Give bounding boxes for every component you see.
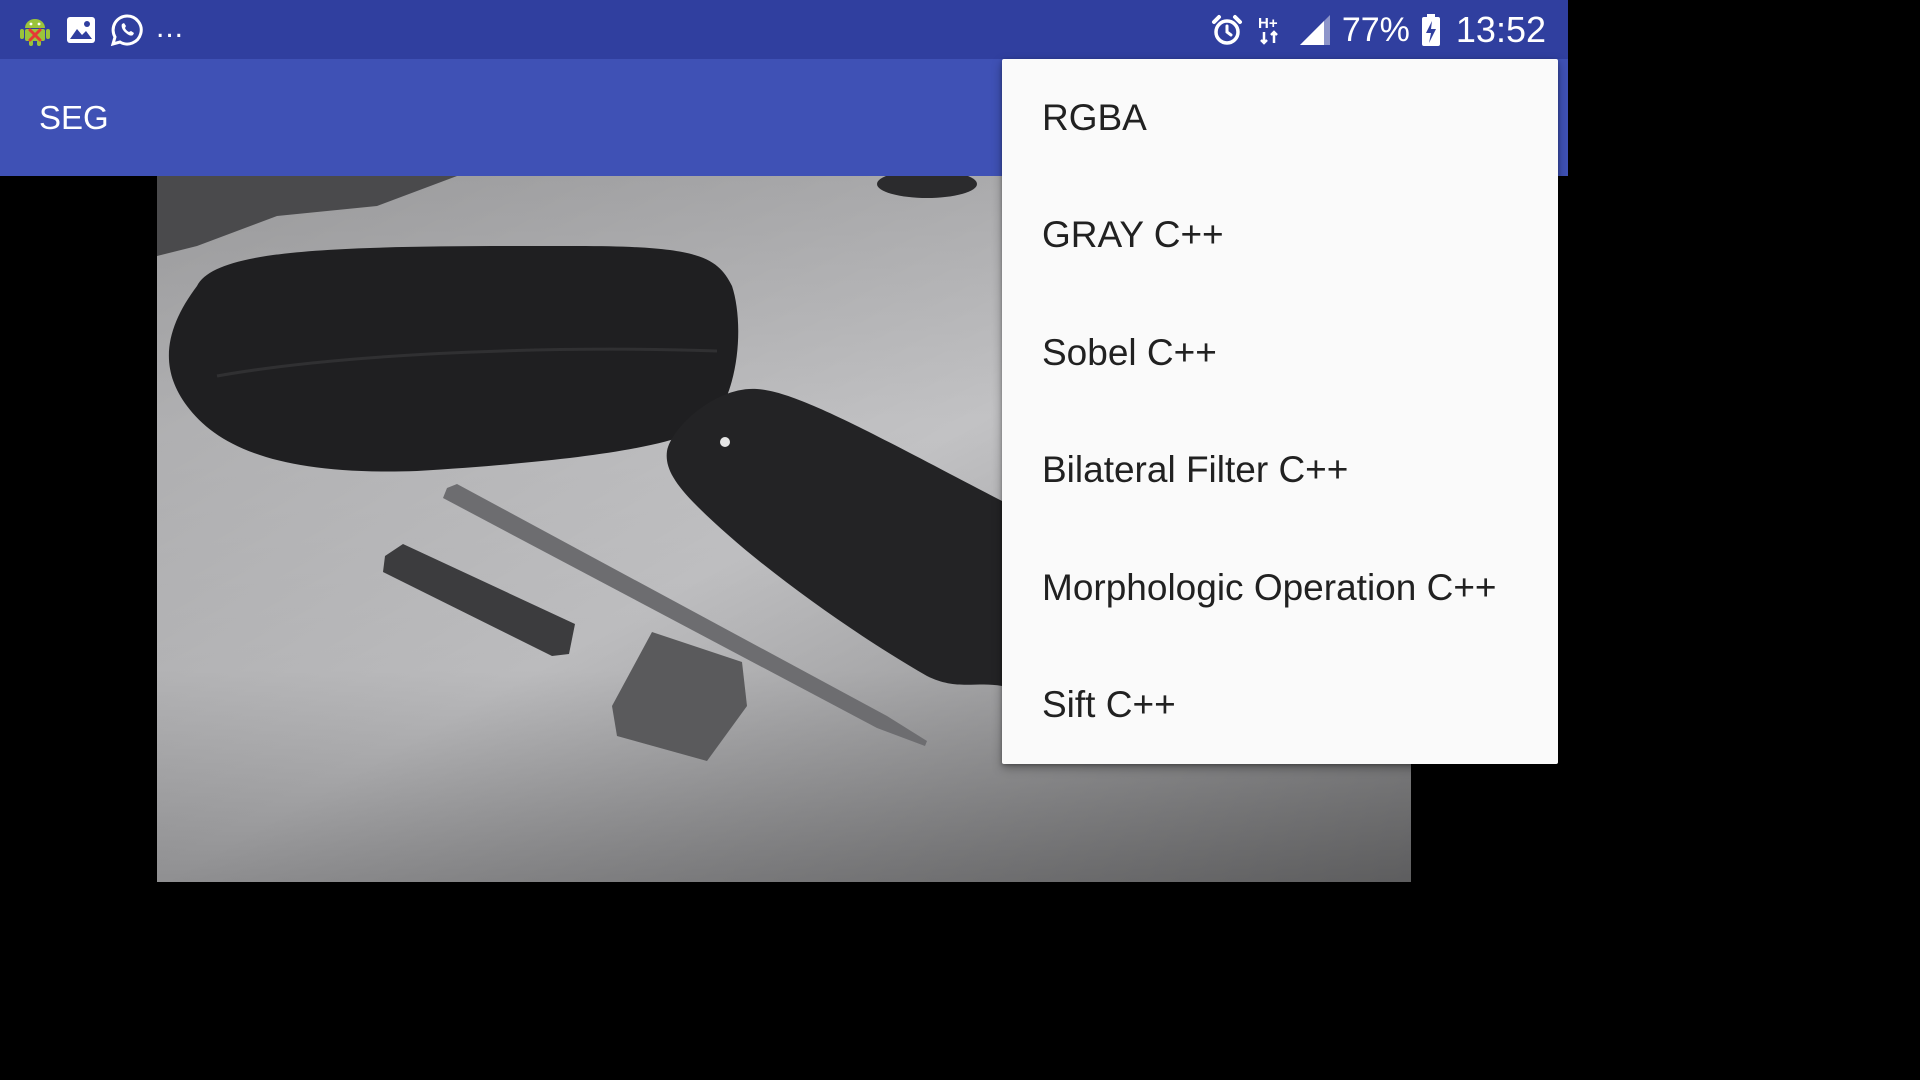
status-bar: ... H+ 77% 13:52 — [0, 0, 1568, 59]
battery-charging-icon — [1420, 13, 1442, 47]
menu-item-rgba[interactable]: RGBA — [1002, 59, 1558, 177]
menu-item-label: Sobel C++ — [1042, 331, 1217, 373]
menu-item-label: Morphologic Operation C++ — [1042, 566, 1497, 608]
menu-item-label: GRAY C++ — [1042, 214, 1224, 256]
menu-item-label: Sift C++ — [1042, 684, 1176, 726]
menu-item-label: RGBA — [1042, 96, 1147, 138]
menu-item-sobel-cpp[interactable]: Sobel C++ — [1002, 294, 1558, 412]
android-debug-icon — [18, 13, 52, 47]
menu-item-sift-cpp[interactable]: Sift C++ — [1002, 647, 1558, 765]
signal-icon — [1298, 13, 1332, 47]
menu-item-gray-cpp[interactable]: GRAY C++ — [1002, 177, 1558, 295]
hplus-data-icon: H+ — [1254, 13, 1288, 47]
whatsapp-icon — [110, 13, 144, 47]
menu-item-label: Bilateral Filter C++ — [1042, 449, 1349, 491]
menu-item-morphologic-operation-cpp[interactable]: Morphologic Operation C++ — [1002, 529, 1558, 647]
clock: 13:52 — [1455, 9, 1546, 50]
system-status: H+ 77% 13:52 — [1210, 10, 1546, 50]
battery-percent: 77% — [1341, 11, 1410, 49]
pencil-case — [168, 246, 739, 472]
menu-item-bilateral-filter-cpp[interactable]: Bilateral Filter C++ — [1002, 412, 1558, 530]
notification-icons: ... — [18, 12, 184, 48]
svg-text:H+: H+ — [1258, 15, 1278, 32]
more-notifications-indicator: ... — [156, 11, 185, 44]
app-title: SEG — [39, 99, 109, 136]
overflow-menu: RGBA GRAY C++ Sobel C++ Bilateral Filter… — [1002, 59, 1558, 764]
image-icon — [64, 13, 98, 47]
alarm-icon — [1210, 13, 1244, 47]
